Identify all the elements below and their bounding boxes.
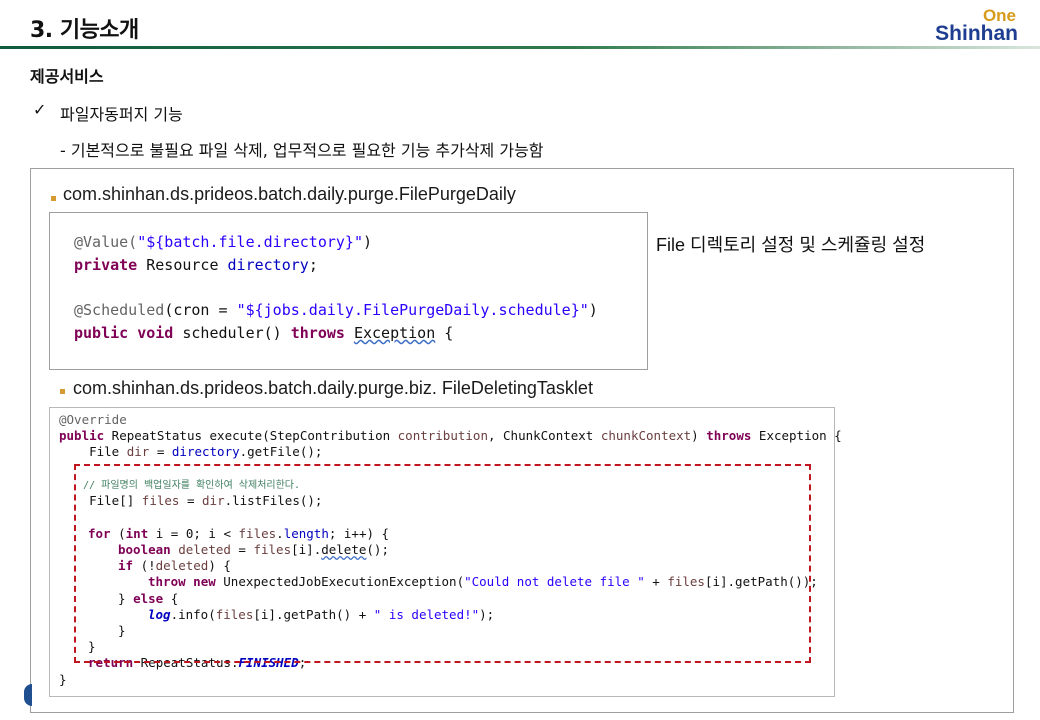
code-token: ) bbox=[363, 233, 373, 251]
feature-label: 파일자동퍼지 기능 bbox=[60, 105, 183, 124]
logo-shinhan-text: Shinhan bbox=[935, 22, 1018, 45]
code-token: { bbox=[435, 324, 454, 342]
code-token: .getFile(); bbox=[239, 444, 323, 459]
code-token: chunkContext bbox=[600, 428, 692, 443]
class-name-label: com.shinhan.ds.prideos.batch.daily.purge… bbox=[63, 184, 516, 204]
code-token: Exception bbox=[353, 324, 436, 342]
code-token: @Value( bbox=[74, 233, 138, 251]
code-token: (cron = bbox=[164, 301, 237, 319]
code-token: "${batch.file.directory}" bbox=[137, 233, 363, 251]
code-token: directory bbox=[171, 444, 240, 459]
bullet-icon bbox=[51, 196, 56, 201]
code-token: public bbox=[74, 324, 129, 342]
code-token: contribution bbox=[397, 428, 488, 443]
class-name-label: com.shinhan.ds.prideos.batch.daily.purge… bbox=[73, 378, 593, 398]
page-title: 3. 기능소개 bbox=[30, 18, 139, 43]
bullet-icon bbox=[60, 389, 65, 394]
side-marker bbox=[24, 684, 32, 706]
code-token: throws bbox=[706, 428, 752, 443]
header-divider bbox=[0, 46, 1040, 49]
code-token: dir bbox=[126, 444, 150, 459]
code-note: File 디렉토리 설정 및 스케쥴링 설정 bbox=[656, 235, 926, 255]
shinhan-logo: One Shinhan bbox=[928, 6, 1018, 45]
code-token: @Scheduled bbox=[74, 301, 165, 319]
code-token: ) bbox=[588, 301, 598, 319]
code-token: "${jobs.daily.FilePurgeDaily.schedule}" bbox=[236, 301, 589, 319]
code-token: , ChunkContext bbox=[487, 428, 601, 443]
code-snippet-annotations: @Value("${batch.file.directory}") privat… bbox=[49, 212, 648, 370]
code-token: ) bbox=[691, 428, 707, 443]
code-token: public bbox=[59, 428, 105, 443]
feature-description: - 기본적으로 불필요 파일 삭제, 업무적으로 필요한 기능 추가삭제 가능함 bbox=[60, 141, 544, 160]
code-token: @Override bbox=[59, 412, 127, 427]
code-token: void bbox=[137, 324, 174, 342]
code-token: File bbox=[59, 444, 127, 459]
code-token: throws bbox=[290, 324, 345, 342]
section-title: 제공서비스 bbox=[30, 67, 104, 86]
code-token: ; bbox=[308, 256, 318, 274]
code-token: = bbox=[149, 444, 172, 459]
checkmark-icon: ✓ bbox=[33, 100, 47, 119]
code-token: RepeatStatus execute(StepContribution bbox=[104, 428, 398, 443]
code-token: private bbox=[74, 256, 138, 274]
code-token: scheduler() bbox=[173, 324, 291, 342]
code-token: Resource bbox=[137, 256, 228, 274]
highlight-dashed-box bbox=[74, 464, 811, 663]
code-token: } bbox=[59, 672, 67, 687]
code-token: Exception { bbox=[751, 428, 842, 443]
code-token: directory bbox=[227, 256, 309, 274]
